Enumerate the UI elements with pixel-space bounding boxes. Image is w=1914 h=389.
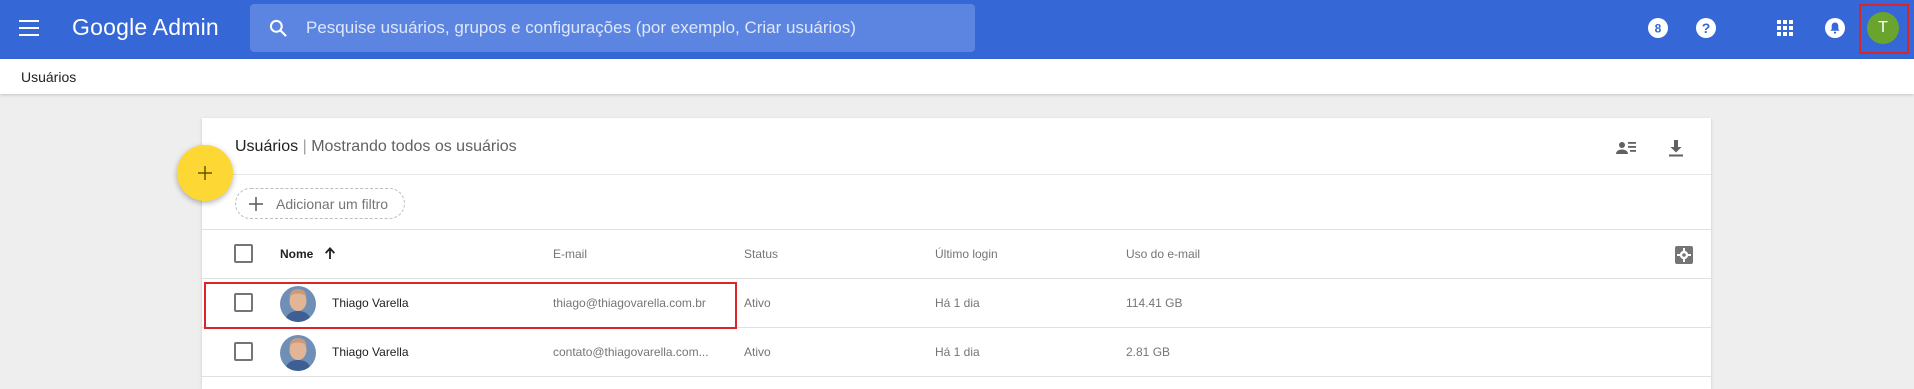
row-checkbox[interactable] <box>234 293 253 312</box>
breadcrumb-users[interactable]: Usuários <box>21 69 76 85</box>
user-email-usage: 114.41 GB <box>1126 296 1183 310</box>
user-last-login: Há 1 dia <box>935 345 980 359</box>
add-filter-button[interactable]: Adicionar um filtro <box>235 188 405 219</box>
select-all-checkbox[interactable] <box>234 244 253 263</box>
search-icon[interactable] <box>268 18 288 38</box>
user-last-login: Há 1 dia <box>935 296 980 310</box>
column-email[interactable]: E-mail <box>553 247 587 261</box>
table-header: Nome E-mail Status Último login Uso do e… <box>202 230 1711 279</box>
column-status[interactable]: Status <box>744 247 778 261</box>
user-status: Ativo <box>744 345 771 359</box>
apps-grid-icon[interactable] <box>1773 16 1797 40</box>
help-icon[interactable]: ? <box>1694 16 1718 40</box>
add-filter-label: Adicionar um filtro <box>276 196 389 212</box>
user-name[interactable]: Thiago Varella <box>332 345 409 359</box>
user-photo <box>280 286 316 322</box>
sort-arrow-up-icon[interactable] <box>322 245 338 261</box>
download-icon[interactable] <box>1664 136 1688 160</box>
row-checkbox[interactable] <box>234 342 253 361</box>
card-title-separator: | <box>302 138 307 155</box>
menu-icon[interactable] <box>19 20 39 36</box>
card-header: Usuários | Mostrando todos os usuários <box>202 118 1711 175</box>
top-bar: Google Admin 8 ? T <box>0 0 1914 59</box>
search-bar[interactable] <box>250 4 975 52</box>
user-email: thiago@thiagovarella.com.br <box>553 296 706 310</box>
column-email-usage[interactable]: Uso do e-mail <box>1126 247 1200 261</box>
user-photo <box>280 335 316 371</box>
support-8-icon[interactable]: 8 <box>1646 16 1670 40</box>
user-email: contato@thiagovarella.com... <box>553 345 709 359</box>
column-name[interactable]: Nome <box>280 247 313 261</box>
svg-text:?: ? <box>1702 20 1711 36</box>
svg-text:8: 8 <box>1655 22 1662 36</box>
add-user-button[interactable] <box>177 145 233 201</box>
card-subtitle: Mostrando todos os usuários <box>311 138 517 155</box>
plus-icon <box>249 197 263 211</box>
filter-row: Adicionar um filtro <box>202 175 1711 230</box>
notifications-icon[interactable] <box>1823 16 1847 40</box>
user-list-icon[interactable] <box>1614 136 1638 160</box>
user-email-usage: 2.81 GB <box>1126 345 1171 359</box>
column-settings-icon[interactable] <box>1674 245 1694 265</box>
user-name[interactable]: Thiago Varella <box>332 296 409 310</box>
search-input[interactable] <box>306 4 956 52</box>
breadcrumb: Usuários <box>0 59 1914 94</box>
avatar-highlight-frame <box>1859 4 1909 54</box>
users-card: Usuários | Mostrando todos os usuários A… <box>202 118 1711 389</box>
table-row[interactable]: Thiago Varella contato@thiagovarella.com… <box>202 328 1711 377</box>
app-title[interactable]: Google Admin <box>72 14 219 41</box>
user-status: Ativo <box>744 296 771 310</box>
table-row[interactable]: Thiago Varella thiago@thiagovarella.com.… <box>202 279 1711 328</box>
plus-icon <box>198 166 212 180</box>
card-title-main: Usuários <box>235 138 299 155</box>
card-title: Usuários | Mostrando todos os usuários <box>235 138 517 156</box>
column-last-login[interactable]: Último login <box>935 247 998 261</box>
